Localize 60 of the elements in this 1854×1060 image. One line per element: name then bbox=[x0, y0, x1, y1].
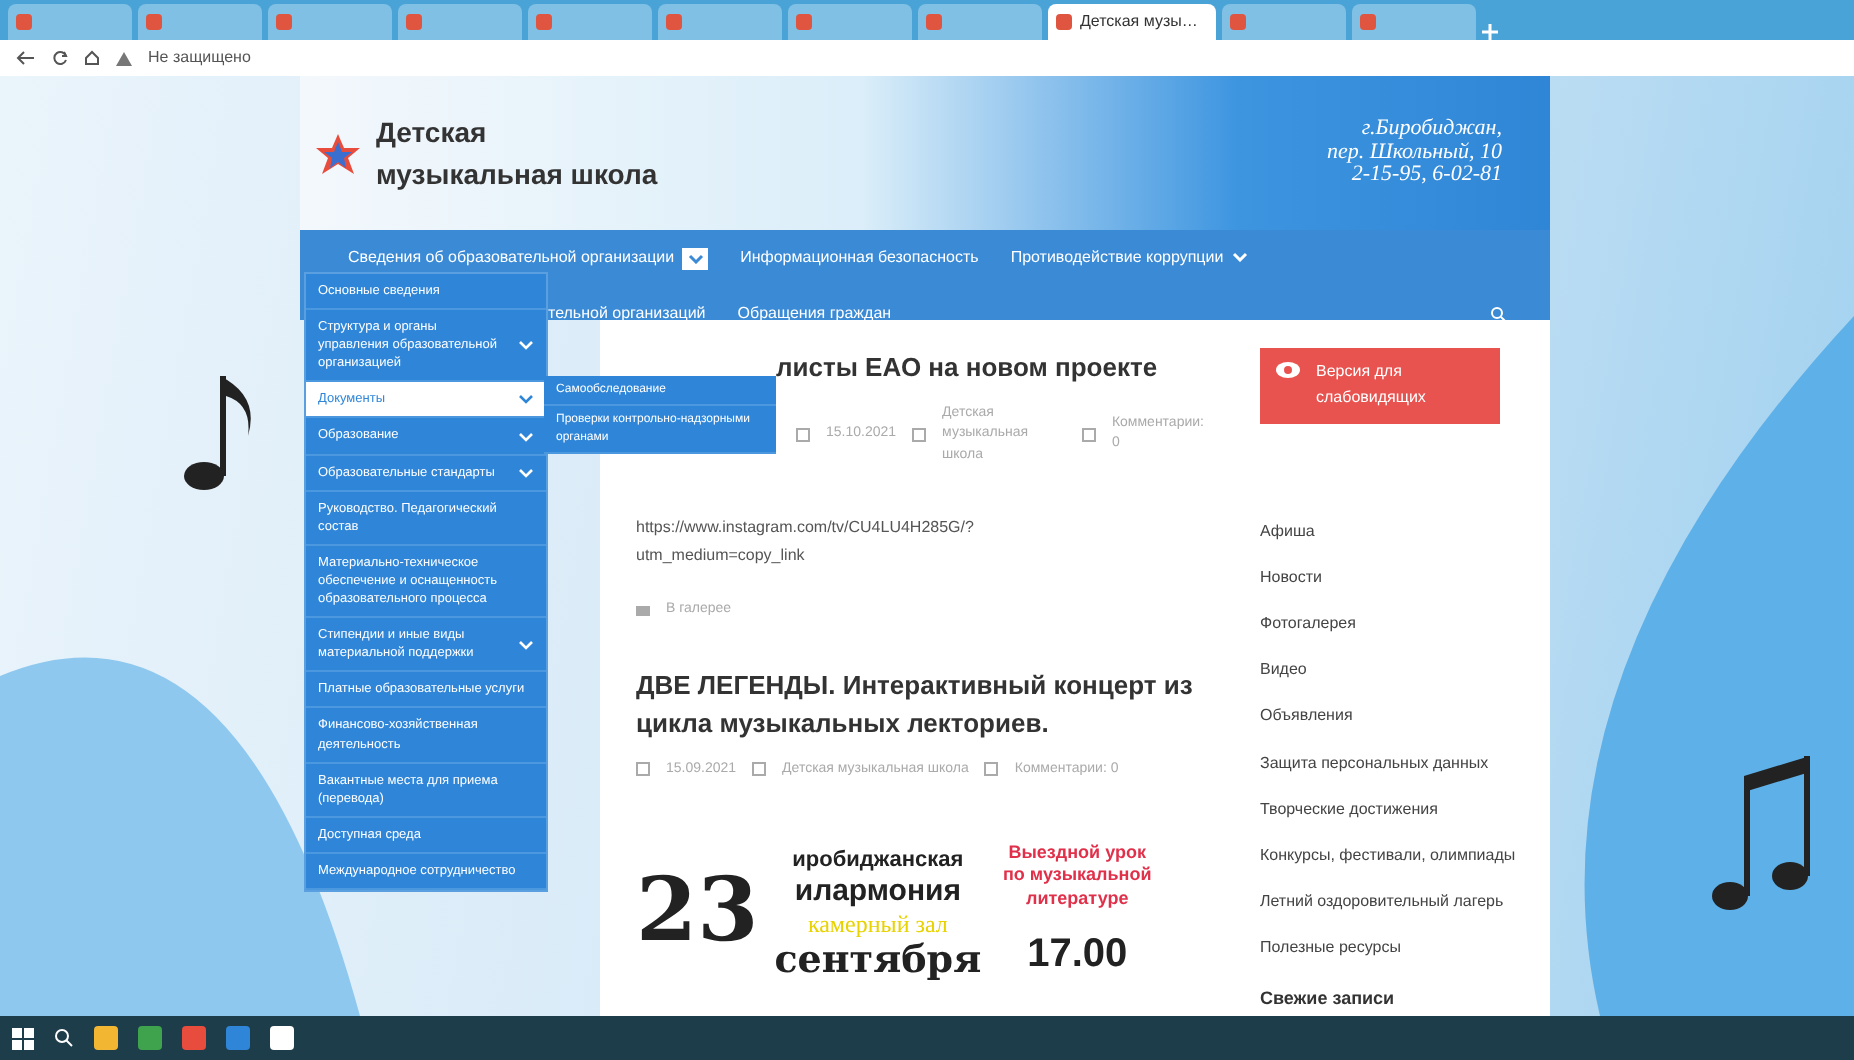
sidebar-link[interactable]: Новости bbox=[1260, 565, 1530, 588]
caret-icon[interactable] bbox=[518, 394, 534, 405]
app-icon[interactable] bbox=[226, 1026, 250, 1050]
back-icon[interactable] bbox=[16, 50, 36, 66]
caret-icon[interactable] bbox=[682, 247, 709, 269]
post-title[interactable]: ДВЕ ЛЕГЕНДЫ. Интерактивный концерт из цикла музыкальных лекториев. bbox=[636, 665, 1204, 744]
nav-link[interactable]: Противодействие коррупции bbox=[1010, 246, 1224, 270]
warning-icon bbox=[116, 51, 132, 65]
browser-tab[interactable] bbox=[658, 4, 782, 40]
nav-link[interactable]: тельной организаций bbox=[548, 302, 706, 326]
app-icon[interactable] bbox=[94, 1026, 118, 1050]
folder-icon bbox=[636, 603, 650, 618]
sidebar-link[interactable]: Афиша bbox=[1260, 519, 1530, 542]
sidebar-link[interactable]: Полезные ресурсы bbox=[1260, 936, 1530, 959]
search-icon[interactable] bbox=[54, 1028, 74, 1048]
app-icon[interactable] bbox=[182, 1026, 206, 1050]
browser-tab[interactable] bbox=[528, 4, 652, 40]
poster-time: 17.00 bbox=[1025, 929, 1130, 980]
browser-tab[interactable] bbox=[788, 4, 912, 40]
contact-address-line: г.Биробиджан, bbox=[1359, 118, 1502, 142]
poster-hall: камерный зал bbox=[805, 908, 950, 942]
contact-address-line: пер. Школьный, 10 bbox=[1326, 141, 1502, 165]
browser-tab[interactable] bbox=[918, 4, 1042, 40]
security-label: Не защищено bbox=[148, 46, 251, 70]
browser-tab[interactable] bbox=[138, 4, 262, 40]
sidebar-link[interactable]: Защита персональных данных bbox=[1260, 751, 1530, 774]
post-link[interactable]: https://www.instagram.com/tv/CU4LU4H285G/? bbox=[636, 514, 1204, 542]
poster-day: 23 bbox=[636, 868, 759, 957]
home-icon[interactable] bbox=[84, 50, 100, 66]
site-title[interactable]: Детская музыкальная школа bbox=[376, 111, 676, 195]
poster-lesson: Выездной урок по музыкальной литературе bbox=[1000, 841, 1154, 912]
contact-address-line: 2-15-95, 6-02-81 bbox=[1351, 164, 1502, 188]
browser-tab[interactable] bbox=[1352, 4, 1476, 40]
sidebar-link[interactable]: Видео bbox=[1260, 658, 1530, 681]
app-icon[interactable] bbox=[270, 1026, 294, 1050]
post-link[interactable]: utm_medium=copy_link bbox=[636, 541, 1204, 569]
nav-link[interactable]: Обращения граждан bbox=[737, 302, 892, 326]
browser-tab[interactable] bbox=[1222, 4, 1346, 40]
sidebar-link[interactable]: Творческие достижения bbox=[1260, 797, 1530, 820]
browser-tab[interactable] bbox=[398, 4, 522, 40]
poster-org-name: илармония bbox=[792, 876, 963, 907]
browser-tab[interactable]: Детская музы… bbox=[1048, 4, 1216, 40]
sidebar-link[interactable]: Объявления bbox=[1260, 704, 1530, 728]
reload-icon[interactable] bbox=[52, 50, 68, 66]
app-icon[interactable] bbox=[138, 1026, 162, 1050]
recent-posts-heading: Свежие записи bbox=[1260, 986, 1397, 1013]
sidebar-link[interactable]: Летний оздоровительный лагерь bbox=[1260, 890, 1530, 913]
nav-link[interactable]: Сведения об образовательной организации bbox=[348, 246, 675, 270]
nav-link[interactable]: Информационная безопасность bbox=[740, 246, 979, 270]
browser-tab[interactable] bbox=[268, 4, 392, 40]
browser-tab[interactable] bbox=[8, 4, 132, 40]
sidebar-link[interactable]: Фотогалерея bbox=[1260, 611, 1530, 635]
start-icon[interactable] bbox=[12, 1027, 34, 1049]
poster-month: сентября bbox=[774, 942, 982, 981]
sidebar-link[interactable]: Конкурсы, фестивали, олимпиады bbox=[1260, 843, 1530, 867]
star-logo-icon bbox=[316, 133, 360, 173]
accessibility-button[interactable]: Версия для слабовидящих bbox=[1260, 348, 1500, 424]
eye-icon bbox=[1276, 360, 1300, 380]
new-tab-icon[interactable] bbox=[1482, 24, 1498, 40]
poster-org-name: иробиджанская bbox=[790, 845, 966, 876]
